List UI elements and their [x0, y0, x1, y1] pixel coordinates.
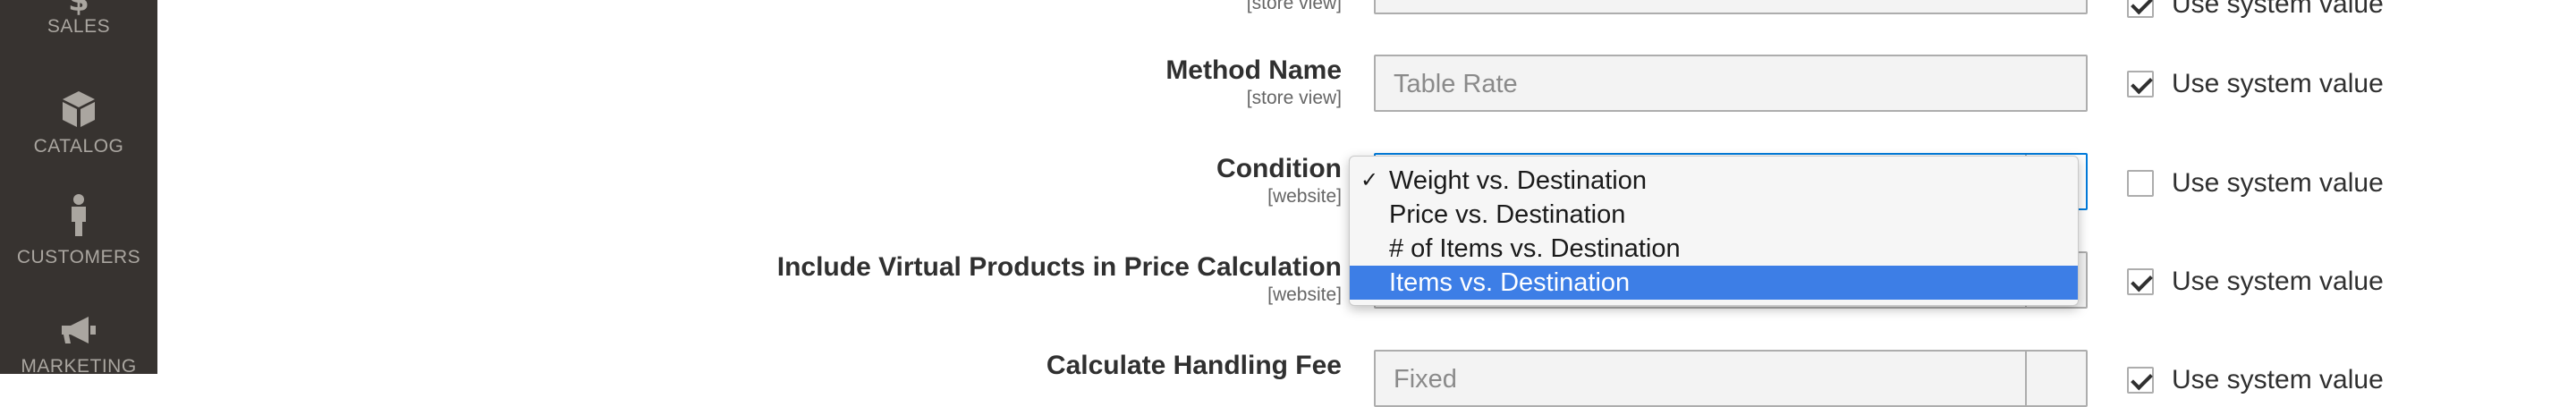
use-system-label: Use system value	[2172, 0, 2384, 19]
checkmark-icon: ✓	[1360, 168, 1379, 192]
use-system-checkbox[interactable]	[2127, 367, 2154, 394]
condition-option-weight[interactable]: ✓ Weight vs. Destination	[1350, 164, 2078, 198]
handling-fee-value: Fixed	[1394, 365, 1457, 394]
box-icon	[63, 91, 95, 127]
sidebar-item-marketing[interactable]: MARKETING	[0, 315, 157, 377]
include-virtual-scope: [website]	[1267, 284, 1342, 305]
top-row-field[interactable]	[1374, 0, 2088, 14]
condition-option-number-of-items[interactable]: # of Items vs. Destination	[1350, 232, 2078, 266]
use-system-checkbox[interactable]	[2127, 170, 2154, 197]
condition-dropdown-list: ✓ Weight vs. Destination Price vs. Desti…	[1349, 156, 2079, 306]
method-name-label: Method Name	[1165, 55, 1342, 85]
condition-option-price[interactable]: Price vs. Destination	[1350, 198, 2078, 232]
sidebar-item-label: CATALOG	[33, 136, 124, 157]
include-virtual-label: Include Virtual Products in Price Calcul…	[776, 252, 1342, 282]
use-system-label: Use system value	[2172, 365, 2384, 394]
option-label: Weight vs. Destination	[1389, 166, 1647, 195]
use-system-checkbox[interactable]	[2127, 268, 2154, 295]
megaphone-icon	[62, 317, 96, 343]
sidebar-item-sales[interactable]: $ SALES	[0, 0, 157, 54]
handling-fee-select-arrow[interactable]	[2025, 352, 2086, 405]
sidebar-item-catalog[interactable]: CATALOG	[0, 89, 157, 161]
sidebar-item-label: SALES	[47, 16, 111, 37]
use-system-checkbox[interactable]	[2127, 0, 2154, 18]
handling-fee-use-system[interactable]: Use system value	[2127, 365, 2384, 395]
option-label: Price vs. Destination	[1389, 200, 1626, 229]
handling-fee-label: Calculate Handling Fee	[1046, 351, 1342, 380]
method-name-value: Table Rate	[1394, 70, 1518, 98]
admin-sidebar: $ SALES CATALOG CUSTOMERS MARKETING	[0, 0, 157, 377]
top-row-use-system[interactable]: Use system value	[2127, 0, 2384, 20]
option-label: Items vs. Destination	[1389, 268, 1631, 297]
include-virtual-use-system[interactable]: Use system value	[2127, 267, 2384, 297]
sidebar-item-customers[interactable]: CUSTOMERS	[0, 193, 157, 274]
sidebar-item-label: MARKETING	[21, 356, 137, 377]
use-system-label: Use system value	[2172, 168, 2384, 198]
method-name-scope: [store view]	[1246, 88, 1342, 108]
option-label: # of Items vs. Destination	[1389, 234, 1681, 263]
use-system-label: Use system value	[2172, 267, 2384, 296]
condition-label: Condition	[1216, 154, 1342, 183]
condition-use-system[interactable]: Use system value	[2127, 168, 2384, 199]
condition-scope: [website]	[1267, 186, 1342, 207]
use-system-checkbox[interactable]	[2127, 71, 2154, 98]
top-row-scope: [store view]	[1246, 0, 1342, 13]
handling-fee-select[interactable]: Fixed	[1374, 350, 2088, 407]
condition-option-items[interactable]: Items vs. Destination	[1350, 266, 2078, 300]
method-name-input[interactable]: Table Rate	[1374, 55, 2088, 112]
person-icon	[72, 194, 86, 236]
use-system-label: Use system value	[2172, 69, 2384, 98]
method-name-use-system[interactable]: Use system value	[2127, 69, 2384, 99]
sidebar-item-label: CUSTOMERS	[16, 247, 141, 267]
